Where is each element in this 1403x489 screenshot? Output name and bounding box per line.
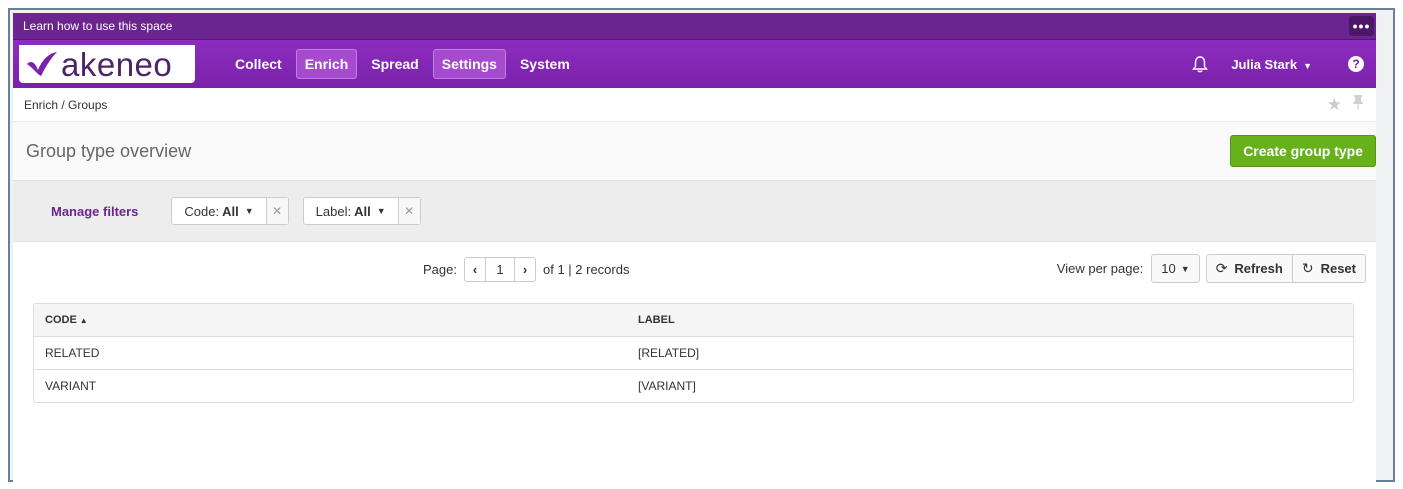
records-summary: of 1 | 2 records <box>542 262 630 277</box>
breadcrumb-actions: ★ <box>1317 94 1364 115</box>
filter-label: Label: All ▼ ✕ <box>302 197 421 225</box>
filter-label-name: Label: <box>315 203 352 219</box>
logo-text: akeneo <box>61 45 173 83</box>
refresh-label: Refresh <box>1234 261 1283 276</box>
refresh-icon: ⟳ <box>1215 260 1228 276</box>
bell-icon[interactable] <box>1191 55 1209 73</box>
user-name: Julia Stark <box>1231 56 1298 72</box>
column-header-code[interactable]: CODE ▲ <box>34 314 638 326</box>
main-navbar: akeneo Collect Enrich Spread Settings Sy… <box>13 40 1376 88</box>
chevron-down-icon: ▼ <box>376 206 386 216</box>
info-bar: Learn how to use this space ••• <box>13 13 1376 40</box>
cell-code: VARIANT <box>45 379 97 393</box>
current-page-input[interactable]: 1 <box>484 258 515 281</box>
nav-item-spread[interactable]: Spread <box>363 50 426 78</box>
filter-bar: Manage filters Code: All ▼ ✕ Label: All ▼ ✕ <box>13 180 1376 242</box>
reset-button[interactable]: ↻ Reset <box>1292 254 1366 283</box>
chevron-down-icon: ▼ <box>1180 263 1190 274</box>
column-header-code-label: CODE <box>45 314 77 326</box>
column-header-label[interactable]: LABEL <box>638 314 1353 326</box>
remove-filter-label-icon[interactable]: ✕ <box>397 198 420 224</box>
help-icon[interactable]: ? <box>1348 56 1364 72</box>
reset-icon: ↻ <box>1301 260 1314 276</box>
manage-filters-link[interactable]: Manage filters <box>51 204 138 219</box>
chevron-down-icon: ▼ <box>1303 60 1312 71</box>
pagination-bar: Page: ‹ 1 › of 1 | 2 records View per pa… <box>13 242 1376 298</box>
filter-label-value: All <box>354 203 371 219</box>
chevron-down-icon: ▼ <box>244 206 254 216</box>
refresh-button[interactable]: ⟳ Refresh <box>1205 254 1293 283</box>
view-per-page-label: View per page: <box>1056 261 1144 276</box>
breadcrumb-bar: Enrich / Groups ★ <box>13 88 1376 122</box>
nav-item-settings[interactable]: Settings <box>432 49 506 79</box>
filter-code-dropdown[interactable]: Code: All ▼ <box>172 198 265 224</box>
app-window: Learn how to use this space ••• akeneo C… <box>13 13 1376 489</box>
more-options-button[interactable]: ••• <box>1349 16 1374 36</box>
page-title: Group type overview <box>26 140 192 161</box>
per-page-select[interactable]: 10 ▼ <box>1151 254 1200 283</box>
breadcrumb: Enrich / Groups <box>24 97 108 112</box>
reset-label: Reset <box>1320 261 1356 276</box>
table-header: CODE ▲ LABEL <box>34 304 1353 336</box>
page-header: Group type overview Create group type <box>13 122 1376 180</box>
group-types-table: CODE ▲ LABEL RELATED [RELATED] VARIANT [V… <box>33 303 1354 403</box>
cell-label: [VARIANT] <box>638 379 696 393</box>
grid-actions: View per page: 10 ▼ ⟳ Refresh ↻ Reset <box>1057 254 1366 283</box>
next-page-icon[interactable]: › <box>515 258 535 281</box>
filter-code-value: All <box>222 203 239 219</box>
pin-icon[interactable] <box>1352 94 1364 115</box>
table-row[interactable]: VARIANT [VARIANT] <box>34 369 1353 402</box>
akeneo-logo[interactable]: akeneo <box>19 45 195 83</box>
pagination: Page: ‹ 1 › of 1 | 2 records <box>423 257 629 282</box>
create-group-type-button[interactable]: Create group type <box>1230 135 1376 167</box>
page-label: Page: <box>423 262 457 277</box>
main-nav: Collect Enrich Spread Settings System <box>227 49 584 79</box>
filter-label-dropdown[interactable]: Label: All ▼ <box>304 198 398 224</box>
page-navigator: ‹ 1 › <box>463 257 536 282</box>
remove-filter-code-icon[interactable]: ✕ <box>265 198 288 224</box>
filter-code-name: Code: <box>184 203 220 219</box>
nav-item-enrich[interactable]: Enrich <box>295 49 358 79</box>
per-page-value: 10 <box>1161 261 1176 276</box>
user-menu[interactable]: Julia Stark ▼ <box>1231 57 1312 72</box>
table-row[interactable]: RELATED [RELATED] <box>34 336 1353 369</box>
nav-item-collect[interactable]: Collect <box>227 50 290 78</box>
akeneo-logo-icon <box>27 52 57 76</box>
nav-item-system[interactable]: System <box>512 50 578 78</box>
previous-page-icon[interactable]: ‹ <box>465 258 485 281</box>
nav-right: Julia Stark ▼ ? <box>1191 40 1376 88</box>
star-icon[interactable]: ★ <box>1327 95 1342 115</box>
filter-code: Code: All ▼ ✕ <box>171 197 289 225</box>
info-bar-link[interactable]: Learn how to use this space <box>23 19 172 33</box>
cell-code: RELATED <box>45 346 100 360</box>
sort-ascending-icon: ▲ <box>79 316 88 325</box>
cell-label: [RELATED] <box>638 346 700 360</box>
